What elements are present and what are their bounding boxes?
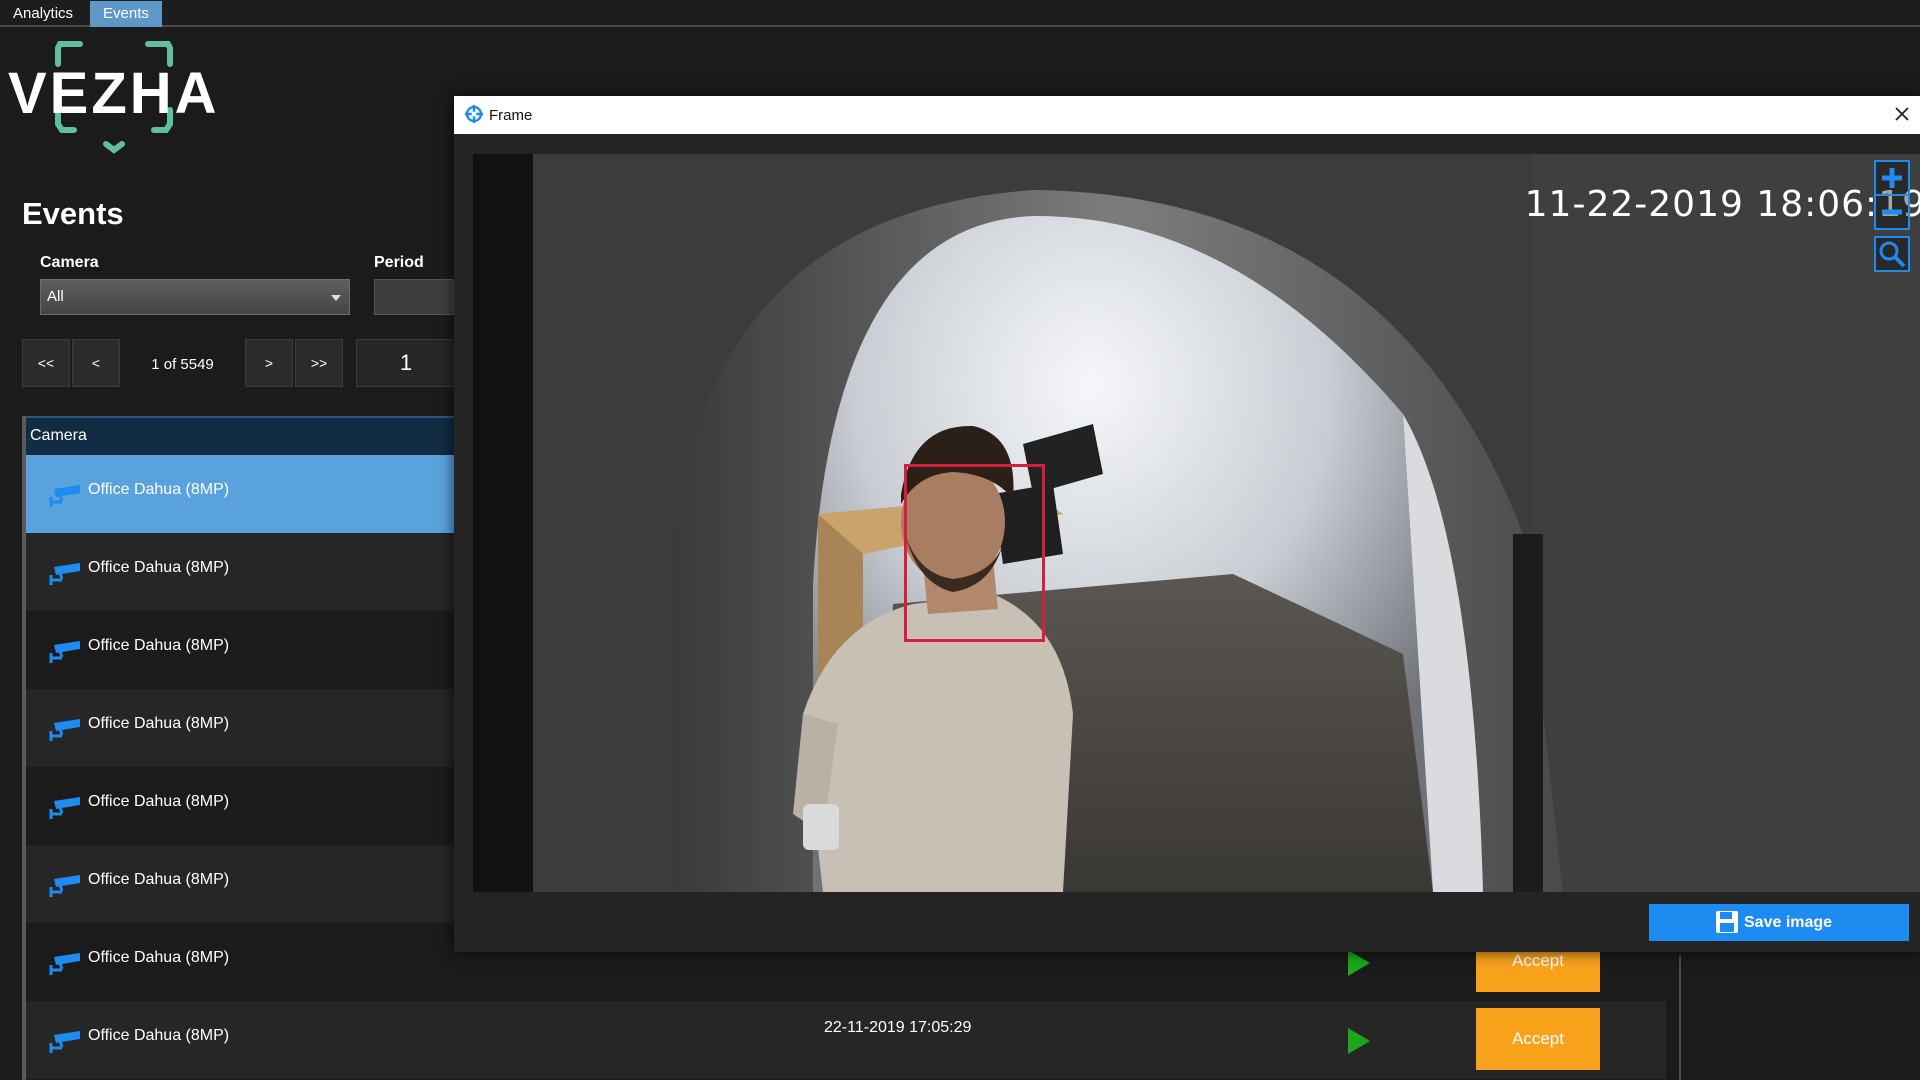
tab-events[interactable]: Events [90, 1, 162, 27]
pager-status: 1 of 5549 [151, 356, 214, 373]
top-tab-bar: Analytics Events [0, 0, 1920, 27]
dialog-title: Frame [489, 107, 533, 124]
row-event-time: 22-11-2019 17:05:29 [824, 1019, 972, 1036]
vezha-logo: VEZHA [8, 38, 230, 158]
accept-button[interactable]: Accept [1476, 1008, 1600, 1070]
row-camera-name: Office Dahua (8MP) [88, 793, 230, 810]
grid-right-border [1679, 955, 1681, 1080]
next-page-button[interactable]: > [245, 339, 293, 387]
camera-frame-image[interactable]: 11-22-2019 18:06:19 [473, 154, 1920, 892]
frame-scene-image [473, 154, 1920, 892]
app-gear-icon [465, 105, 483, 123]
camera-icon [49, 719, 80, 741]
last-page-button[interactable]: >> [295, 339, 343, 387]
close-icon[interactable] [1890, 102, 1914, 126]
zoom-reset-button[interactable] [1874, 236, 1910, 272]
zoom-in-button[interactable] [1874, 160, 1910, 196]
row-camera-name: Office Dahua (8MP) [88, 715, 230, 732]
page-title: Events [22, 196, 124, 231]
frame-dialog: Frame 11-22-2019 18:06:19 Save image [454, 96, 1920, 952]
period-filter-label: Period [374, 254, 424, 271]
camera-select-value: All [47, 288, 64, 305]
row-camera-name: Office Dahua (8MP) [88, 1027, 230, 1044]
plus-icon [1882, 168, 1902, 188]
camera-icon [49, 953, 80, 975]
first-page-button[interactable]: << [22, 339, 70, 387]
play-icon[interactable] [1348, 1028, 1370, 1054]
camera-filter-label: Camera [40, 254, 99, 271]
logo-text: VEZHA [8, 61, 220, 126]
row-camera-name: Office Dahua (8MP) [88, 637, 230, 654]
row-camera-name: Office Dahua (8MP) [88, 481, 230, 498]
table-row[interactable]: Office Dahua (8MP) 22-11-2019 17:05:29 A… [26, 1001, 1666, 1079]
magnifier-icon [1879, 241, 1906, 268]
minus-icon [1882, 209, 1902, 215]
tab-analytics[interactable]: Analytics [0, 1, 86, 27]
save-image-button[interactable]: Save image [1649, 904, 1909, 941]
dialog-title-bar[interactable]: Frame [454, 96, 1920, 134]
row-camera-name: Office Dahua (8MP) [88, 949, 230, 966]
zoom-out-button[interactable] [1874, 194, 1910, 230]
row-camera-name: Office Dahua (8MP) [88, 871, 230, 888]
floppy-disk-icon [1716, 911, 1738, 933]
camera-icon [49, 563, 80, 585]
camera-icon [49, 1031, 80, 1053]
camera-select[interactable]: All [40, 279, 350, 315]
face-detection-box [904, 464, 1045, 642]
period-input[interactable] [374, 279, 454, 315]
chevron-down-icon [331, 295, 341, 301]
prev-page-button[interactable]: < [72, 339, 120, 387]
row-camera-name: Office Dahua (8MP) [88, 559, 230, 576]
camera-icon [49, 641, 80, 663]
save-image-label: Save image [1744, 914, 1833, 931]
camera-icon [49, 485, 80, 507]
play-icon[interactable] [1348, 950, 1370, 976]
page-number-input[interactable]: 1 [356, 339, 456, 387]
camera-icon [49, 797, 80, 819]
camera-icon [49, 875, 80, 897]
frame-timestamp: 11-22-2019 18:06:19 [1524, 184, 1920, 225]
